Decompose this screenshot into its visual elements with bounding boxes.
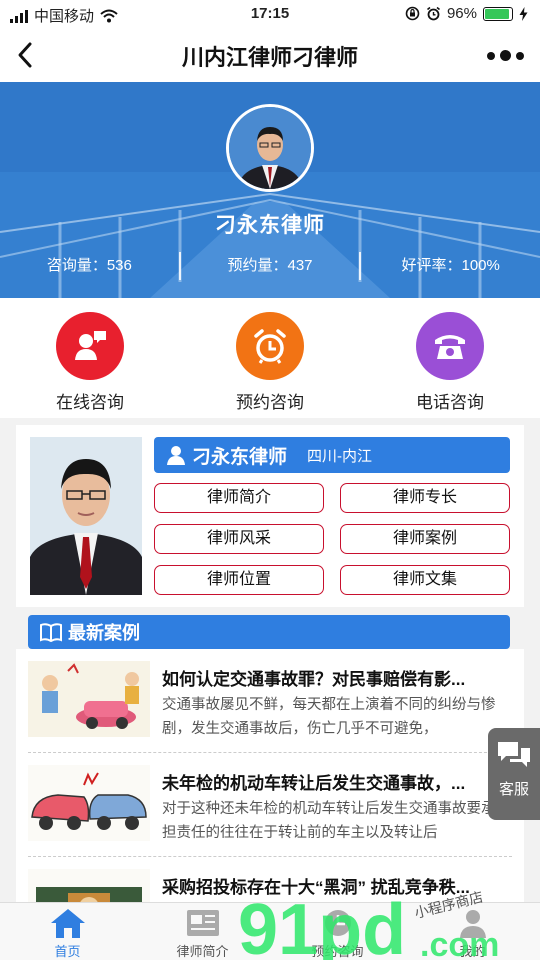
lawyer-menu-grid: 律师简介 律师专长 律师风采 律师案例 律师位置 律师文集 bbox=[154, 483, 510, 595]
case-title: 未年检的机动车转让后发生交通事故，... bbox=[162, 774, 466, 793]
telephone-icon bbox=[416, 312, 484, 380]
case-summary: 交通事故屡见不鲜，每天都在上演着不同的纠纷与惨剧，发生交通事故后，伤亡几乎不可避… bbox=[162, 697, 496, 737]
tab-appointment[interactable]: 预约咨询 bbox=[270, 903, 405, 960]
book-icon bbox=[40, 623, 62, 642]
lawyer-cases-button[interactable]: 律师案例 bbox=[340, 524, 510, 554]
list-item[interactable]: 未年检的机动车转让后发生交通事故，... 对于这种还未年检的机动车转让后发生交通… bbox=[28, 753, 512, 855]
phone-consult-button[interactable]: 电话咨询 bbox=[360, 298, 540, 418]
tab-lawyer-intro-label: 律师简介 bbox=[176, 944, 229, 959]
lawyer-intro-button[interactable]: 律师简介 bbox=[154, 483, 324, 513]
rating: 好评率：100% bbox=[401, 257, 500, 274]
tab-bar: 首页 律师简介 预约咨询 我的 bbox=[0, 902, 540, 960]
tab-mine[interactable]: 我的 bbox=[405, 903, 540, 960]
appointment-label: 预约咨询 bbox=[236, 393, 304, 412]
avatar-portrait bbox=[229, 107, 311, 189]
battery-percent: 96% bbox=[446, 5, 477, 22]
tab-home[interactable]: 首页 bbox=[0, 903, 135, 960]
profile-header: 刁永东律师 咨询量：536 预约量：437 好评率：100% bbox=[0, 82, 540, 298]
tab-mine-label: 我的 bbox=[459, 944, 486, 959]
rotation-lock-icon bbox=[405, 6, 420, 21]
more-options-icon[interactable] bbox=[487, 50, 524, 61]
stats-row: 咨询量：536 预约量：437 好评率：100% bbox=[0, 252, 540, 280]
list-item[interactable]: 如何认定交通事故罪？对民事赔偿有影... 交通事故屡见不鲜，每天都在上演着不同的… bbox=[28, 649, 512, 751]
latest-cases-header: 最新案例 bbox=[28, 615, 510, 649]
customer-service-button[interactable]: 客服 bbox=[488, 728, 540, 820]
consult-count: 咨询量：536 bbox=[46, 257, 132, 274]
customer-service-label: 客服 bbox=[498, 781, 529, 798]
tab-lawyer-intro[interactable]: 律师简介 bbox=[135, 903, 270, 960]
lawyer-photo[interactable] bbox=[30, 437, 142, 595]
newspaper-icon bbox=[186, 910, 219, 936]
lawyer-gallery-button[interactable]: 律师风采 bbox=[154, 524, 324, 554]
appointment-button[interactable]: 预约咨询 bbox=[180, 298, 360, 418]
action-row: 在线咨询 预约咨询 电话咨询 bbox=[0, 298, 540, 418]
lawyer-articles-button[interactable]: 律师文集 bbox=[340, 565, 510, 595]
battery-icon bbox=[483, 6, 513, 21]
charging-icon bbox=[519, 6, 528, 21]
lawyer-expertise-button[interactable]: 律师专长 bbox=[340, 483, 510, 513]
card-lawyer-name: 刁永东律师 bbox=[192, 446, 288, 468]
lawyer-location-button[interactable]: 律师位置 bbox=[154, 565, 324, 595]
nav-bar: 川内江律师刁律师 bbox=[0, 28, 540, 82]
case-title: 如何认定交通事故罪？对民事赔偿有影... bbox=[162, 670, 466, 689]
case-summary: 对于这种还未年检的机动车转让后发生交通事故要承担责任的往往在于转让前的车主以及转… bbox=[162, 801, 496, 841]
latest-cases-title: 最新案例 bbox=[68, 623, 140, 643]
battery-fill bbox=[485, 8, 509, 19]
tab-home-label: 首页 bbox=[54, 944, 81, 959]
chat-bubbles-icon bbox=[498, 742, 530, 767]
clock-icon bbox=[324, 910, 351, 936]
user-icon bbox=[167, 446, 185, 465]
status-bar: 中国移动 17:15 96% bbox=[0, 0, 540, 28]
card-name-bar: 刁永东律师 四川-内江 bbox=[154, 437, 510, 473]
case-thumbnail bbox=[28, 765, 150, 841]
lawyer-avatar bbox=[226, 104, 314, 192]
chat-icon bbox=[56, 312, 124, 380]
alarm-icon bbox=[426, 6, 440, 21]
lawyer-card: 刁永东律师 四川-内江 律师简介 律师专长 律师风采 律师案例 律师位置 律师文… bbox=[16, 425, 524, 607]
card-location: 四川-内江 bbox=[307, 447, 373, 465]
tab-appointment-label: 预约咨询 bbox=[311, 944, 364, 959]
lawyer-name: 刁永东律师 bbox=[215, 214, 325, 237]
case-title: 采购招投标存在十大“黑洞” 扰乱竞争秩... bbox=[162, 878, 470, 897]
online-consult-label: 在线咨询 bbox=[56, 393, 124, 412]
case-list: 如何认定交通事故罪？对民事赔偿有影... 交通事故屡见不鲜，每天都在上演着不同的… bbox=[16, 649, 524, 913]
booking-count: 预约量：437 bbox=[227, 257, 313, 274]
person-icon bbox=[459, 910, 486, 938]
online-consult-button[interactable]: 在线咨询 bbox=[0, 298, 180, 418]
case-thumbnail bbox=[28, 661, 150, 737]
status-right: 96% bbox=[405, 5, 528, 22]
page-title: 川内江律师刁律师 bbox=[181, 45, 358, 70]
home-icon bbox=[50, 909, 85, 938]
phone-consult-label: 电话咨询 bbox=[416, 393, 484, 412]
alarm-clock-icon bbox=[236, 312, 304, 380]
